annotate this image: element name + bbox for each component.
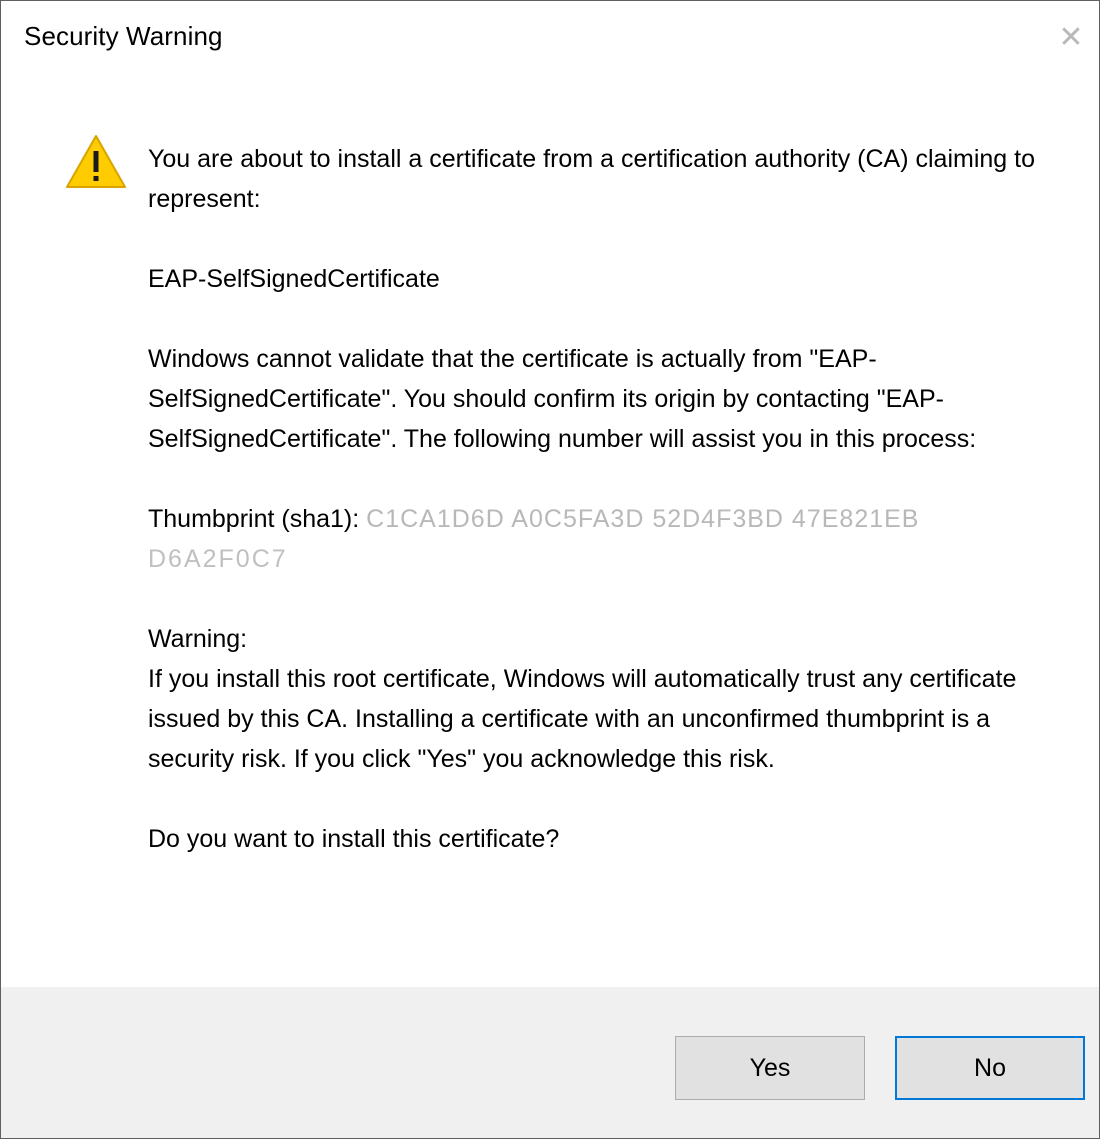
title-bar: Security Warning ✕ [1, 1, 1099, 79]
security-warning-dialog: Security Warning ✕ You are about to inst… [0, 0, 1100, 1139]
thumbprint-row: Thumbprint (sha1): C1CA1D6D A0C5FA3D 52D… [148, 499, 1048, 579]
no-button[interactable]: No [895, 1036, 1085, 1100]
yes-button[interactable]: Yes [675, 1036, 865, 1100]
validation-text: Windows cannot validate that the certifi… [148, 345, 977, 453]
message-body: You are about to install a certificate f… [148, 139, 1048, 859]
question-text: Do you want to install this certificate? [148, 825, 560, 853]
button-bar: Yes No [1, 987, 1099, 1138]
warning-heading: Warning: [148, 625, 248, 653]
thumbprint-label: Thumbprint (sha1): [148, 505, 367, 533]
close-icon[interactable]: ✕ [1043, 11, 1099, 63]
intro-text: You are about to install a certificate f… [148, 145, 1035, 213]
window-title: Security Warning [24, 21, 223, 51]
thumbprint-value-line2: D6A2F0C7 [148, 545, 288, 573]
thumbprint-value: C1CA1D6D A0C5FA3D 52D4F3BD 47E821EB [366, 505, 920, 533]
warning-text: If you install this root certificate, Wi… [148, 665, 1017, 773]
ca-name: EAP-SelfSignedCertificate [148, 265, 440, 293]
warning-icon [66, 135, 126, 188]
